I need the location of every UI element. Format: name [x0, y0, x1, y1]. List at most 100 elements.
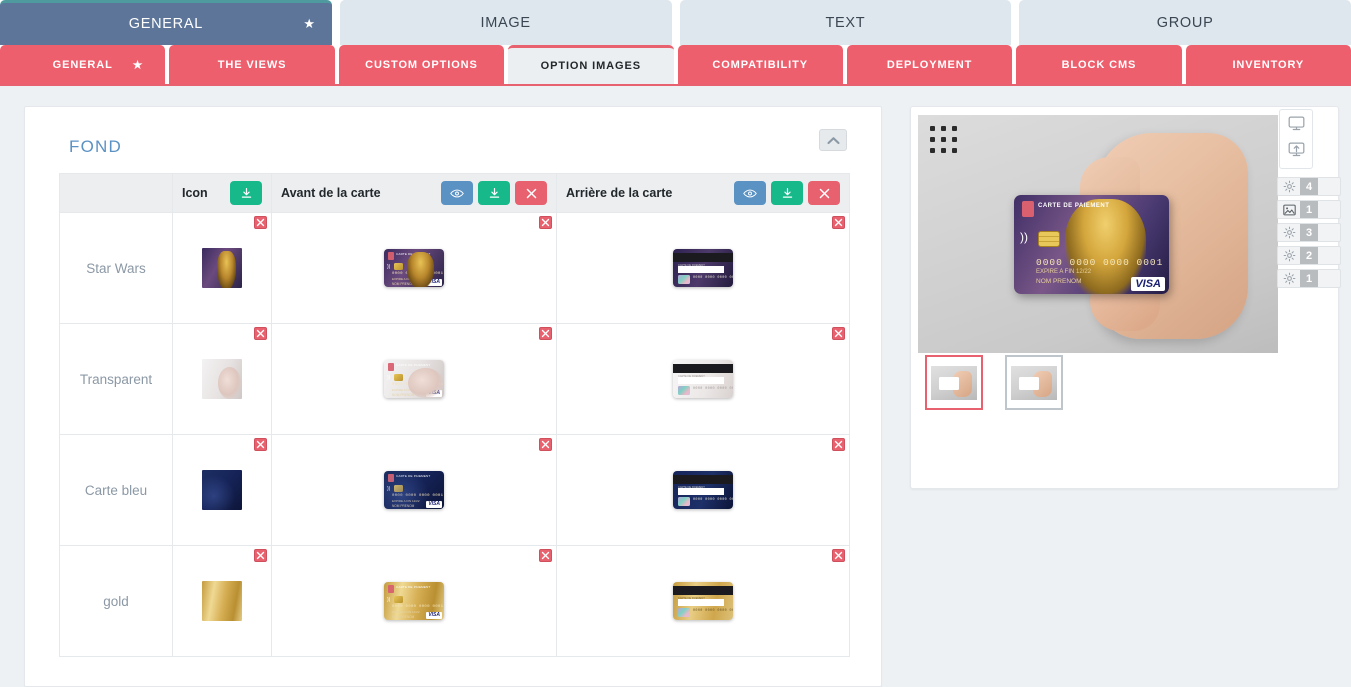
- card-back-image[interactable]: CARTE DE PAIEMENT0000 0000 0000 0001: [673, 471, 733, 509]
- main-tab-general[interactable]: GENERAL ★: [0, 0, 332, 45]
- download-button[interactable]: [478, 181, 510, 205]
- signature-strip: [678, 266, 724, 273]
- signature-strip: [678, 599, 724, 606]
- delete-image-button[interactable]: [832, 438, 845, 451]
- sub-tab-label: OPTION IMAGES: [540, 60, 641, 72]
- layer-row[interactable]: 2: [1277, 246, 1341, 265]
- front-cell: CARTE DE PAIEMENT)) 0000 0000 0000 0001 EX…: [271, 323, 557, 435]
- option-icon-image[interactable]: [202, 248, 242, 288]
- card-back-number: 0000 0000 0000 0001: [693, 387, 733, 391]
- delete-image-button[interactable]: [539, 438, 552, 451]
- layer-row[interactable]: 1: [1277, 269, 1341, 288]
- chip-icon: [394, 596, 403, 603]
- issuer-logo-icon: [388, 363, 394, 371]
- hologram-icon: [678, 275, 690, 284]
- card-holder: NOM PRENOM: [392, 503, 415, 508]
- option-icon-image[interactable]: [202, 581, 242, 621]
- preview-button[interactable]: [441, 181, 473, 205]
- sub-tab-label: THE VIEWS: [217, 58, 287, 71]
- delete-image-button[interactable]: [254, 549, 267, 562]
- layer-row[interactable]: 4: [1277, 177, 1341, 196]
- delete-image-button[interactable]: [832, 327, 845, 340]
- download-icon: [240, 187, 253, 200]
- chip-icon: [394, 374, 403, 381]
- sub-tab-the-views[interactable]: THE VIEWS: [169, 45, 335, 84]
- delete-image-button[interactable]: [832, 549, 845, 562]
- preview-stage[interactable]: CARTE DE PAIEMENT )) 0000 0000 0000 0001…: [918, 115, 1278, 353]
- card-front-image[interactable]: CARTE DE PAIEMENT)) 0000 0000 0000 0001 EX…: [384, 249, 444, 287]
- card-brand-label: CARTE DE PAIEMENT: [1038, 203, 1110, 209]
- card-expiry: EXPIRE A FIN 12/22: [392, 277, 420, 281]
- back-cell: CARTE DE PAIEMENT0000 0000 0000 0001: [556, 434, 850, 546]
- preview-button[interactable]: [734, 181, 766, 205]
- eye-icon: [450, 188, 464, 199]
- sub-tab-deployment[interactable]: DEPLOYMENT: [846, 45, 1013, 84]
- card-front-image[interactable]: CARTE DE PAIEMENT)) 0000 0000 0000 0001 EX…: [384, 471, 444, 509]
- sub-tab-bar: GENERAL ★ THE VIEWS CUSTOM OPTIONS OPTION IM…: [0, 45, 1351, 84]
- sub-tab-compatibility[interactable]: COMPATIBILITY: [677, 45, 843, 84]
- icon-cell: [172, 545, 272, 657]
- download-button[interactable]: [230, 181, 262, 205]
- delete-button[interactable]: [515, 181, 547, 205]
- collapse-button[interactable]: [819, 129, 847, 151]
- visa-logo: VISA: [426, 390, 442, 397]
- card-expiry: EXPIRE A FIN 12/22: [392, 610, 420, 614]
- issuer-logo-icon: [388, 252, 394, 260]
- th-front-label: Avant de la carte: [281, 186, 381, 200]
- screenshot-view-button[interactable]: [1283, 140, 1309, 164]
- card-back-image[interactable]: CARTE DE PAIEMENT0000 0000 0000 0001: [673, 582, 733, 620]
- close-icon: [256, 551, 265, 560]
- contactless-icon: )): [387, 597, 391, 603]
- download-button[interactable]: [771, 181, 803, 205]
- monitor-view-button[interactable]: [1283, 114, 1309, 138]
- back-image-wrap: CARTE DE PAIEMENT0000 0000 0000 0001: [557, 546, 849, 656]
- card-number: 0000 0000 0000 0001: [392, 494, 444, 498]
- view-thumbnail[interactable]: [1005, 355, 1063, 410]
- sub-tab-option-images[interactable]: OPTION IMAGES: [508, 45, 674, 84]
- delete-button[interactable]: [808, 181, 840, 205]
- card-expiry: EXPIRE A FIN 12/22: [392, 388, 420, 392]
- front-cell: CARTE DE PAIEMENT)) 0000 0000 0000 0001 EX…: [271, 212, 557, 324]
- icon-image-wrap: [173, 213, 271, 323]
- row-label-cell: Carte bleu: [59, 434, 173, 546]
- issuer-logo-icon: [388, 585, 394, 593]
- card-back-image[interactable]: CARTE DE PAIEMENT0000 0000 0000 0001: [673, 360, 733, 398]
- delete-image-button[interactable]: [539, 549, 552, 562]
- sub-tab-block-cms[interactable]: BLOCK CMS: [1016, 45, 1182, 84]
- main-tab-text[interactable]: TEXT: [679, 0, 1012, 45]
- delete-image-button[interactable]: [832, 216, 845, 229]
- delete-image-button[interactable]: [254, 327, 267, 340]
- main-tab-group[interactable]: GROUP: [1019, 0, 1351, 45]
- sub-tab-general[interactable]: GENERAL ★: [0, 45, 166, 84]
- option-icon-image[interactable]: [202, 359, 242, 399]
- back-image-wrap: CARTE DE PAIEMENT0000 0000 0000 0001: [557, 435, 849, 545]
- thumbnail-image: [1011, 365, 1057, 400]
- delete-image-button[interactable]: [539, 327, 552, 340]
- option-icon-image[interactable]: [202, 470, 242, 510]
- close-icon: [834, 218, 843, 227]
- row-label: gold: [103, 593, 129, 609]
- layer-row[interactable]: 1: [1277, 200, 1341, 219]
- card-expiry: EXPIRE A FIN 12/22: [1036, 269, 1092, 275]
- delete-image-button[interactable]: [254, 216, 267, 229]
- layer-count: 1: [1300, 201, 1318, 218]
- card-preview-image: CARTE DE PAIEMENT )) 0000 0000 0000 0001…: [1014, 195, 1169, 294]
- row-label-cell: Transparent: [59, 323, 173, 435]
- drag-dots-icon[interactable]: [930, 126, 957, 153]
- delete-image-button[interactable]: [539, 216, 552, 229]
- front-cell: CARTE DE PAIEMENT)) 0000 0000 0000 0001 EX…: [271, 545, 557, 657]
- layer-row[interactable]: 3: [1277, 223, 1341, 242]
- download-icon: [781, 187, 794, 200]
- sub-tab-custom-options[interactable]: CUSTOM OPTIONS: [338, 45, 505, 84]
- table-row: Transparent CARTE DE PAIEMENT)) 0000 0000 …: [59, 323, 850, 435]
- close-icon: [834, 440, 843, 449]
- card-front-image[interactable]: CARTE DE PAIEMENT)) 0000 0000 0000 0001 EX…: [384, 360, 444, 398]
- chip-icon: [1038, 231, 1060, 247]
- delete-image-button[interactable]: [254, 438, 267, 451]
- view-thumbnail[interactable]: [925, 355, 983, 410]
- card-front-image[interactable]: CARTE DE PAIEMENT)) 0000 0000 0000 0001 EX…: [384, 582, 444, 620]
- back-cell: CARTE DE PAIEMENT0000 0000 0000 0001: [556, 545, 850, 657]
- main-tab-image[interactable]: IMAGE: [339, 0, 672, 45]
- sub-tab-inventory[interactable]: INVENTORY: [1185, 45, 1351, 84]
- card-back-image[interactable]: CARTE DE PAIEMENT0000 0000 0000 0001: [673, 249, 733, 287]
